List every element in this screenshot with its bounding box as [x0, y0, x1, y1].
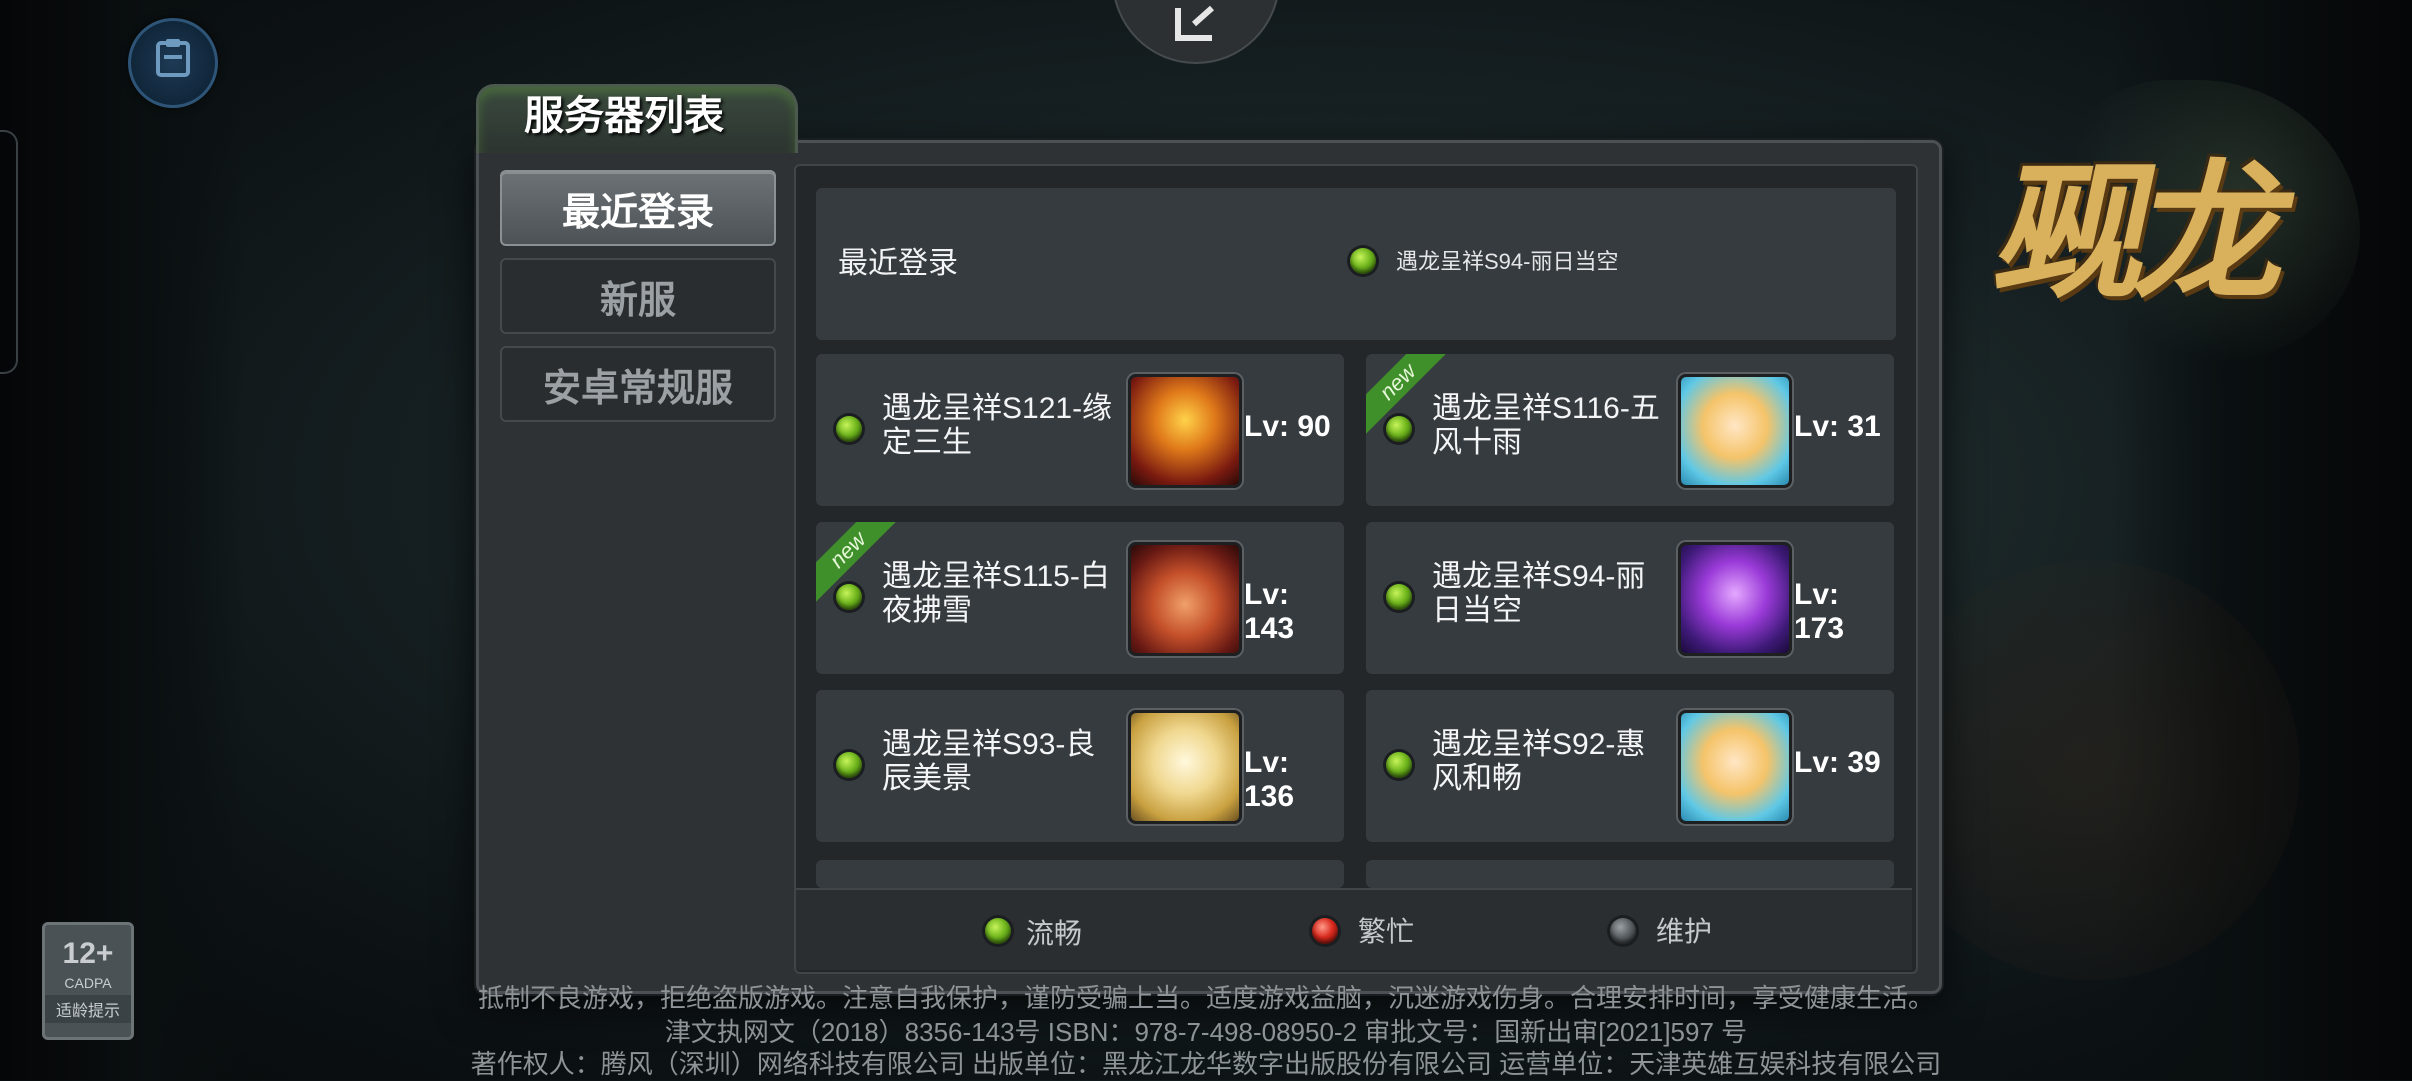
server-name: 遇龙呈祥S92-惠风和畅	[1432, 728, 1646, 795]
status-dot-icon	[1386, 752, 1412, 778]
tab-new-servers[interactable]: 新服	[500, 258, 776, 334]
server-card-partial[interactable]	[816, 860, 1344, 888]
elf-girl-avatar	[1678, 374, 1792, 488]
server-card[interactable]: 遇龙呈祥S92-惠风和畅 Lv: 39	[1366, 690, 1894, 842]
horned-beast-avatar	[1128, 542, 1242, 656]
status-dot-icon	[1350, 248, 1376, 274]
golden-dragon-avatar	[1128, 710, 1242, 824]
status-dot-icon	[1386, 584, 1412, 610]
purple-dragon-avatar	[1678, 542, 1792, 656]
server-card[interactable]: new 遇龙呈祥S116-五风十雨 Lv: 31	[1366, 354, 1894, 506]
server-name: 遇龙呈祥S115-白夜拂雪	[882, 560, 1110, 627]
footer-health-notice: 抵制不良游戏，拒绝盗版游戏。注意自我保护，谨防受骗上当。适度游戏益脑，沉迷游戏伤…	[477, 983, 1934, 1013]
status-smooth-icon	[985, 918, 1011, 944]
player-level: Lv: 136	[1244, 746, 1295, 813]
age-rating-value: 12+	[62, 937, 114, 970]
player-level: Lv: 173	[1794, 578, 1845, 645]
elf-girl-avatar	[1678, 710, 1792, 824]
edit-icon	[1172, 4, 1220, 54]
game-logo-text: 觋龙	[1983, 144, 2302, 321]
age-rating-tip: 适龄提示	[45, 995, 131, 1023]
status-dot-icon	[836, 584, 862, 610]
top-action-button[interactable]	[1112, 0, 1280, 64]
legend-label-busy: 繁忙	[1358, 916, 1415, 947]
status-dot-icon	[1386, 416, 1412, 442]
server-card[interactable]: new 遇龙呈祥S115-白夜拂雪 Lv: 143	[816, 522, 1344, 674]
status-legend-bar	[796, 888, 1912, 970]
player-level: Lv: 39	[1794, 746, 1881, 779]
status-dot-icon	[836, 416, 862, 442]
player-level: Lv: 31	[1794, 410, 1881, 443]
footer-copyright: 著作权人：腾风（深圳）网络科技有限公司 出版单位：黑龙江龙华数字出版股份有限公司…	[470, 1049, 1942, 1079]
server-card[interactable]: 遇龙呈祥S121-缘定三生 Lv: 90	[816, 354, 1344, 506]
server-card[interactable]: 遇龙呈祥S93-良辰美景 Lv: 136	[816, 690, 1344, 842]
tab-recent-login[interactable]: 最近登录	[500, 170, 776, 246]
legend-label-smooth: 流畅	[1026, 918, 1083, 949]
recent-login-label: 最近登录	[838, 247, 958, 280]
status-dot-icon	[836, 752, 862, 778]
server-name: 遇龙呈祥S94-丽日当空	[1432, 560, 1646, 627]
server-name: 遇龙呈祥S93-良辰美景	[882, 728, 1096, 795]
legend-label-maintenance: 维护	[1656, 916, 1713, 947]
recent-server-name: 遇龙呈祥S94-丽日当空	[1396, 249, 1619, 274]
game-logo: 觋龙	[1935, 90, 2355, 350]
clipboard-icon	[150, 35, 196, 92]
player-level: Lv: 143	[1244, 578, 1295, 645]
dialog-title: 服务器列表	[524, 94, 724, 138]
server-card-partial[interactable]	[1366, 860, 1894, 888]
side-drawer-handle[interactable]	[0, 130, 18, 374]
status-busy-icon	[1312, 918, 1338, 944]
status-maintenance-icon	[1610, 918, 1636, 944]
background-tree	[1880, 560, 2300, 980]
notice-button[interactable]	[128, 18, 218, 108]
age-rating-org: CADPA	[64, 975, 112, 991]
dragon-hero-avatar	[1128, 374, 1242, 488]
player-level: Lv: 90	[1244, 410, 1331, 443]
age-rating-badge[interactable]: 12+ CADPA 适龄提示	[42, 922, 134, 1040]
server-name: 遇龙呈祥S116-五风十雨	[1432, 392, 1660, 459]
server-card[interactable]: 遇龙呈祥S94-丽日当空 Lv: 173	[1366, 522, 1894, 674]
tab-android-servers[interactable]: 安卓常规服	[500, 346, 776, 422]
background-vignette-left	[0, 0, 245, 1080]
server-name: 遇龙呈祥S121-缘定三生	[882, 392, 1113, 459]
